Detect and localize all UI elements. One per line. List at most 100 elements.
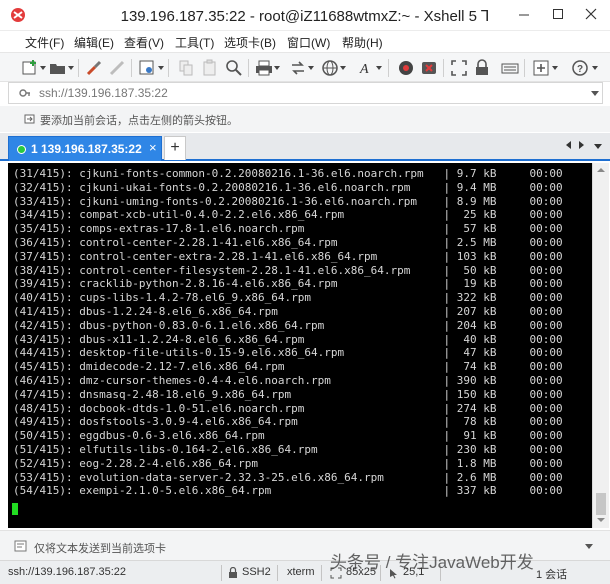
maximize-button[interactable] <box>540 0 576 28</box>
find-icon[interactable] <box>224 58 244 78</box>
toolbar-separator <box>524 59 525 77</box>
help-dropdown-icon[interactable] <box>592 66 598 70</box>
scrollbar-thumb[interactable] <box>596 493 606 515</box>
new-session-icon[interactable] <box>20 58 40 78</box>
scroll-down-icon[interactable] <box>597 518 605 522</box>
copy-icon[interactable] <box>176 58 196 78</box>
tab-bar: 1 139.196.187.35:22 × + <box>0 133 610 161</box>
terminal-line: (51/415): elfutils-libs-0.164-2.el6.x86_… <box>13 442 563 456</box>
address-input[interactable]: ssh://139.196.187.35:22 <box>39 86 168 100</box>
fullscreen-icon[interactable] <box>449 58 469 78</box>
xftp-icon[interactable] <box>396 58 416 78</box>
terminal-line: (42/415): dbus-python-0.83.0-6.1.el6.x86… <box>13 318 563 332</box>
terminal-line: (34/415): compat-xcb-util-0.4.0-2.2.el6.… <box>13 208 563 222</box>
terminal-line: (43/415): dbus-x11-1.2.24-8.el6_6.x86_64… <box>13 332 563 346</box>
properties-icon[interactable] <box>137 58 157 78</box>
transfer-dropdown-icon[interactable] <box>308 66 314 70</box>
properties-dropdown-icon[interactable] <box>158 66 164 70</box>
minimize-icon <box>519 14 529 16</box>
toolbar-separator <box>168 59 169 77</box>
compose-icon[interactable] <box>531 58 551 78</box>
svg-text:A: A <box>359 62 369 77</box>
terminal-line: (40/415): cups-libs-1.4.2-78.el6_9.x86_6… <box>13 291 563 305</box>
terminal-scrollbar[interactable] <box>592 163 609 528</box>
terminal-line: (35/415): comps-extras-17.8-1.el6.noarch… <box>13 222 563 236</box>
terminal-line: (52/415): eog-2.28.2-4.el6.x86_64.rpm | … <box>13 456 563 470</box>
terminal-line: (31/415): cjkuni-fonts-common-0.2.200802… <box>13 167 563 180</box>
connected-status-icon <box>17 145 26 154</box>
status-separator <box>277 565 278 581</box>
toolbar: A ? <box>0 52 610 82</box>
terminal-line: (53/415): evolution-data-server-2.32.3-2… <box>13 470 563 484</box>
keyboard-icon[interactable] <box>500 58 520 78</box>
globe-icon[interactable] <box>320 58 340 78</box>
terminal-output[interactable]: (31/415): cjkuni-fonts-common-0.2.200802… <box>8 163 592 528</box>
menu-bar: 文件(F) 编辑(E) 查看(V) 工具(T) 选项卡(B) 窗口(W) 帮助(… <box>0 30 610 52</box>
terminal-line: (44/415): desktop-file-utils-0.15-9.el6.… <box>13 346 563 360</box>
print-dropdown-icon[interactable] <box>274 66 280 70</box>
scroll-up-icon[interactable] <box>597 168 605 172</box>
status-separator <box>321 565 322 581</box>
maximize-icon <box>553 9 563 19</box>
tab-scroll-left-icon[interactable] <box>566 141 571 149</box>
key-icon <box>19 87 31 102</box>
status-separator <box>221 565 222 581</box>
menu-file[interactable]: 文件(F) <box>25 34 64 51</box>
menu-edit[interactable]: 编辑(E) <box>74 34 114 51</box>
add-session-arrow-icon[interactable] <box>24 113 36 128</box>
terminal-line: (49/415): dosfstools-3.0.9-4.el6.x86_64.… <box>13 415 563 429</box>
transfer-icon[interactable] <box>288 58 308 78</box>
compose-bar-icon[interactable] <box>14 540 27 555</box>
lock-icon[interactable] <box>472 58 492 78</box>
xmanager-icon[interactable] <box>419 58 439 78</box>
open-folder-icon[interactable] <box>48 58 68 78</box>
tab-scroll-right-icon[interactable] <box>579 141 584 149</box>
menu-window[interactable]: 窗口(W) <box>287 34 330 51</box>
menu-tools[interactable]: 工具(T) <box>175 34 214 51</box>
help-icon[interactable]: ? <box>570 58 590 78</box>
open-dropdown-icon[interactable] <box>68 66 74 70</box>
terminal-line: (39/415): cracklib-python-2.8.16-4.el6.x… <box>13 277 563 291</box>
print-icon[interactable] <box>254 58 274 78</box>
menu-help[interactable]: 帮助(H) <box>342 34 383 51</box>
paste-icon[interactable] <box>200 58 220 78</box>
title-bar: 139.196.187.35:22 - root@iZ11688wtmxZ:~ … <box>0 0 610 30</box>
toolbar-separator <box>388 59 389 77</box>
status-address: ssh://139.196.187.35:22 <box>8 566 127 578</box>
terminal-line: (33/415): cjkuni-uming-fonts-0.2.2008021… <box>13 194 563 208</box>
menu-tabs[interactable]: 选项卡(B) <box>224 34 276 51</box>
font-icon[interactable]: A <box>356 58 376 78</box>
font-dropdown-icon[interactable] <box>376 66 382 70</box>
status-terminal-type: xterm <box>287 566 315 578</box>
compose-input[interactable]: 仅将文本发送到当前选项卡 <box>34 540 166 556</box>
tab-list-dropdown-icon[interactable] <box>594 144 602 149</box>
terminal-line: (50/415): eggdbus-0.6-3.el6.x86_64.rpm |… <box>13 429 563 443</box>
tab-close-icon[interactable]: × <box>149 140 157 155</box>
status-session-count: 1 会话 <box>536 569 568 581</box>
address-bar[interactable]: ssh://139.196.187.35:22 <box>8 82 603 104</box>
address-dropdown-icon[interactable] <box>591 91 599 96</box>
terminal-line: (38/415): control-center-filesystem-2.28… <box>13 263 563 277</box>
watermark: 头条号 / 专注JavaWeb开发 <box>330 553 534 572</box>
minimize-button[interactable] <box>506 0 542 28</box>
menu-view[interactable]: 查看(V) <box>124 34 164 51</box>
session-info-text: 要添加当前会话，点击左侧的箭头按钮。 <box>40 115 238 127</box>
new-tab-button[interactable]: + <box>164 136 186 160</box>
new-session-dropdown-icon[interactable] <box>40 66 46 70</box>
toolbar-separator <box>78 59 79 77</box>
close-icon <box>585 8 597 20</box>
terminal-line: (32/415): cjkuni-ukai-fonts-0.2.20080216… <box>13 180 563 194</box>
terminal-line: (54/415): exempi-2.1.0-5.el6.x86_64.rpm … <box>13 484 563 498</box>
terminal-line: (37/415): control-center-extra-2.28.1-41… <box>13 249 563 263</box>
compose-dropdown-icon[interactable] <box>552 66 558 70</box>
tab-session-1[interactable]: 1 139.196.187.35:22 × <box>8 136 162 161</box>
compose-dropdown-icon[interactable] <box>585 544 593 549</box>
globe-dropdown-icon[interactable] <box>340 66 346 70</box>
terminal-line: (46/415): dmz-cursor-themes-0.4-4.el6.no… <box>13 373 563 387</box>
close-button[interactable] <box>573 0 609 28</box>
title-logo-glyph: ⅂ <box>481 8 490 25</box>
disconnect-icon[interactable] <box>107 58 127 78</box>
terminal-line: (41/415): dbus-1.2.24-8.el6_6.x86_64.rpm… <box>13 304 563 318</box>
reconnect-icon[interactable] <box>84 58 104 78</box>
status-protocol: SSH2 <box>242 566 271 578</box>
